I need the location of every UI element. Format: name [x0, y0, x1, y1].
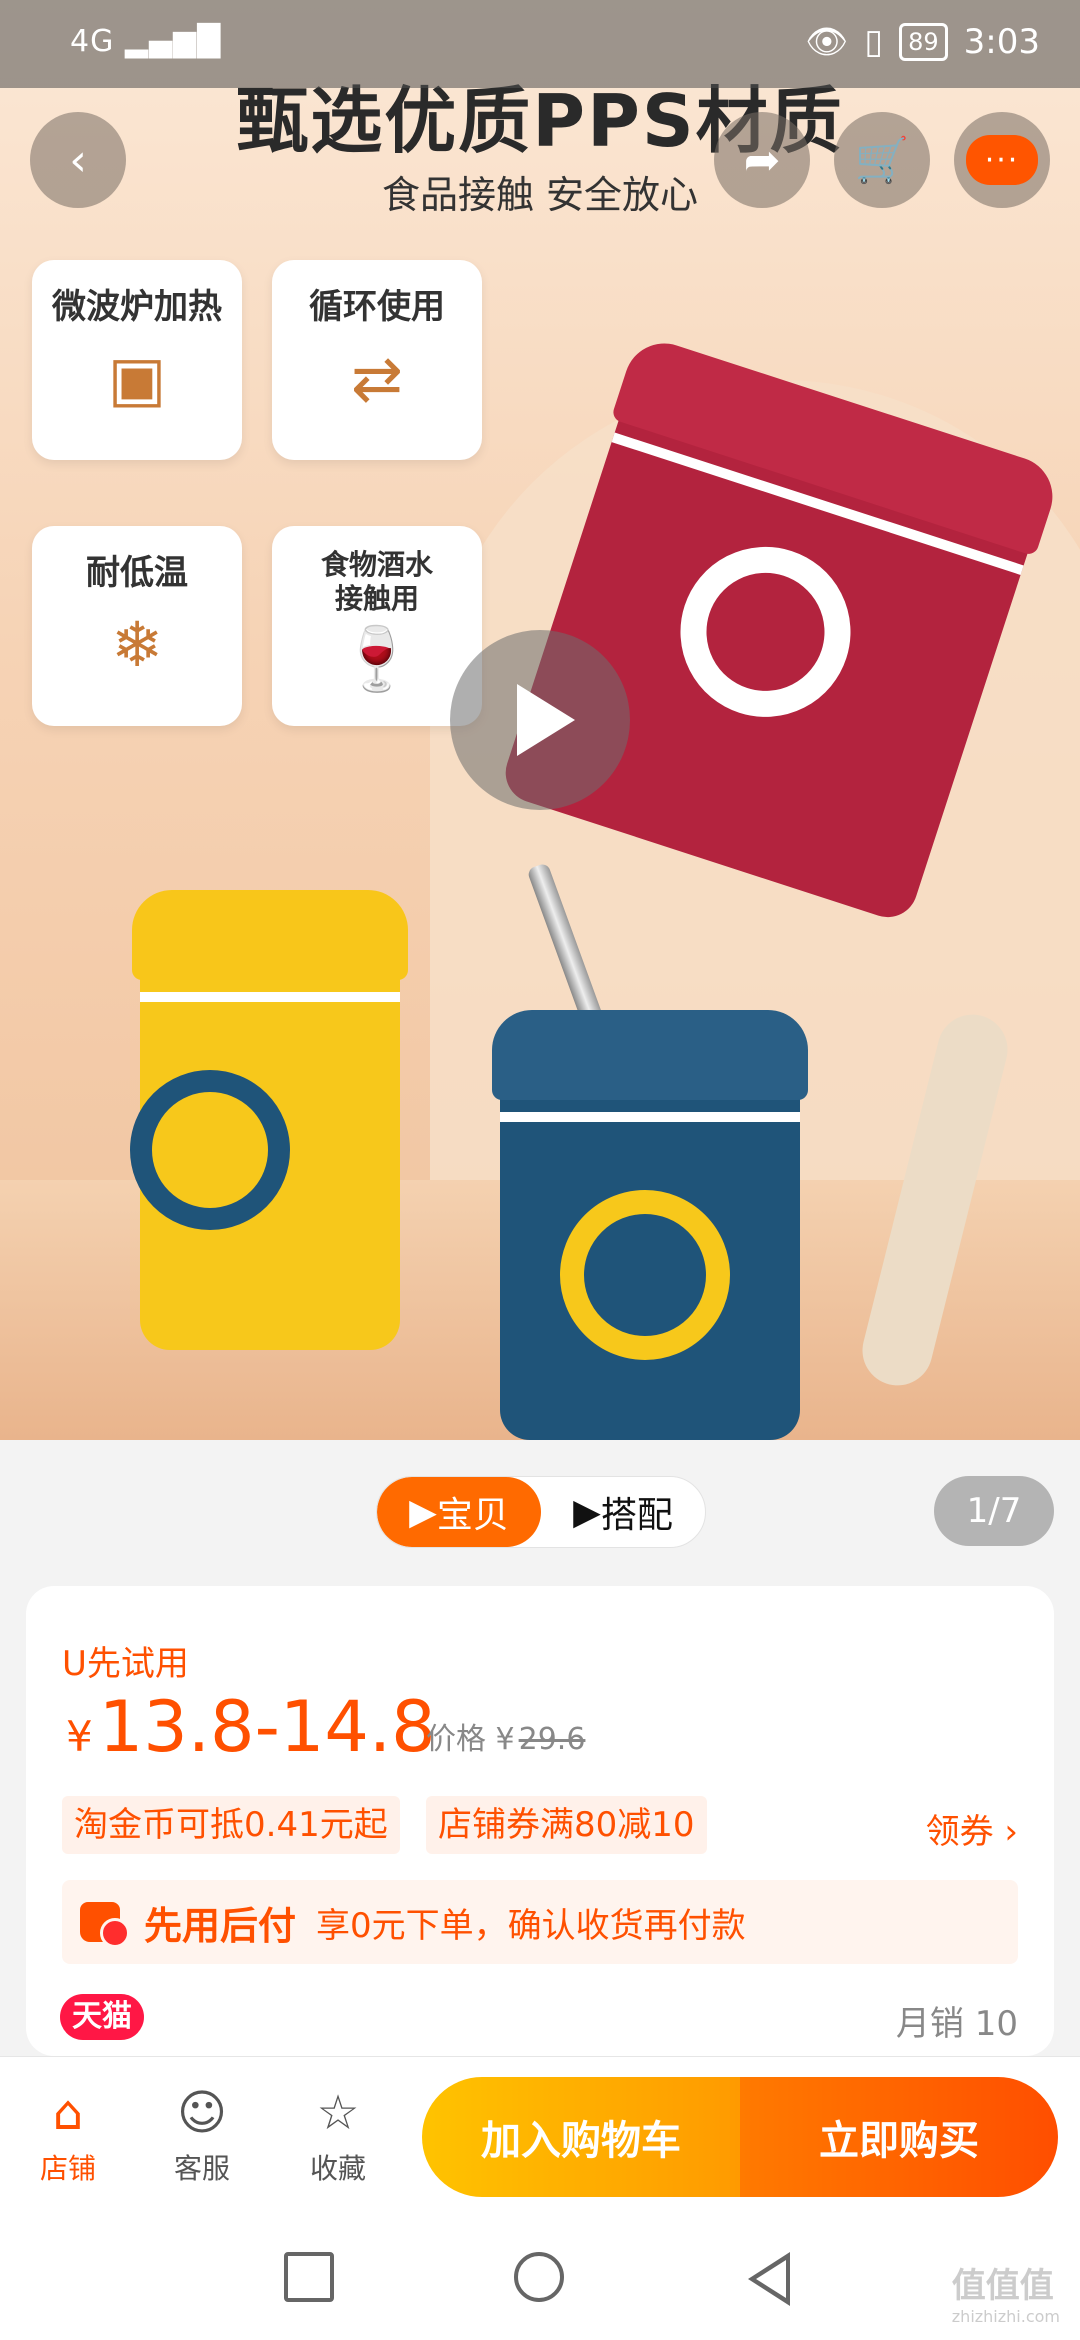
store-button[interactable]: ⌂ 店铺 [18, 2085, 118, 2187]
monthly-sales: 月销 10 [895, 2004, 1018, 2044]
chevron-left-icon: ‹ [69, 134, 87, 186]
yellow-cup-image [130, 890, 408, 1350]
home-button[interactable] [514, 2252, 564, 2302]
store-coupon-chip[interactable]: 店铺券满80减10 [426, 1796, 707, 1854]
currency-symbol: ¥ [66, 1712, 93, 1761]
tmall-badge: 天猫 [60, 1994, 144, 2040]
buy-now-button[interactable]: 立即购买 [740, 2077, 1058, 2197]
play-icon [517, 684, 575, 756]
feature-label: 循环使用 [309, 287, 445, 327]
feature-card-food: 食物酒水 接触用 🍷 [272, 526, 482, 726]
system-navigation-bar [0, 2216, 1080, 2340]
signal-icon: 4G ▂▄▆█ [70, 24, 222, 59]
more-icon: ··· [966, 135, 1038, 185]
pay-later-desc: 享0元下单，确认收货再付款 [316, 1905, 746, 1946]
get-coupon-link[interactable]: 领券 › [926, 1804, 1018, 1853]
snowflake-icon: ❄ [111, 608, 163, 681]
image-counter: 1/7 [934, 1476, 1054, 1546]
star-icon: ☆ [316, 2085, 360, 2141]
media-tabs: ▶ 宝贝 ▶ 搭配 [376, 1476, 706, 1548]
feature-card-lowtemp: 耐低温 ❄ [32, 526, 242, 726]
service-icon: ☺ [176, 2085, 228, 2141]
recycle-icon: ⇄ [351, 342, 403, 415]
feature-label: 食物酒水 接触用 [320, 548, 433, 615]
feature-label: 耐低温 [86, 553, 188, 593]
price: ¥ 13.8-14.8 [66, 1686, 436, 1768]
share-button[interactable]: ➦ [714, 112, 810, 208]
price-value: 13.8-14.8 [98, 1686, 436, 1768]
shopping-bag-icon [80, 1902, 130, 1948]
status-bar: 4G ▂▄▆█ 👁 ▯ 89 3:03 [0, 0, 1080, 88]
play-video-button[interactable] [450, 630, 630, 810]
favorite-button[interactable]: ☆ 收藏 [288, 2085, 388, 2187]
trial-label[interactable]: U先试用 [62, 1636, 189, 1685]
battery-icon: 89 [899, 23, 948, 61]
back-button[interactable]: ‹ [30, 112, 126, 208]
share-icon: ➦ [743, 134, 781, 186]
original-price-value: 29.6 [518, 1722, 586, 1757]
tab-product[interactable]: ▶ 宝贝 [377, 1477, 541, 1547]
store-icon: ⌂ [52, 2085, 84, 2141]
cart-button[interactable]: 🛒 [834, 112, 930, 208]
system-back-button[interactable] [748, 2252, 790, 2306]
coin-discount-chip[interactable]: 淘金币可抵0.41元起 [62, 1796, 400, 1854]
pay-later-banner[interactable]: 先用后付 享0元下单，确认收货再付款 [62, 1880, 1018, 1964]
feature-label: 微波炉加热 [52, 287, 222, 327]
bottom-action-bar: ⌂ 店铺 ☺ 客服 ☆ 收藏 加入购物车 立即购买 [0, 2056, 1080, 2217]
feature-card-microwave: 微波炉加热 ▣ [32, 260, 242, 460]
clock: 3:03 [963, 22, 1040, 62]
tab-match[interactable]: ▶ 搭配 [541, 1477, 705, 1547]
more-button[interactable]: ··· [954, 112, 1050, 208]
watermark: 值值值 zhizhizhi.com [951, 2266, 1060, 2326]
microwave-icon: ▣ [107, 342, 167, 415]
original-price: 价格 ¥29.6 [426, 1722, 586, 1757]
product-image-carousel[interactable]: 甄选优质PPS材质 食品接触 安全放心 微波炉加热 ▣ 循环使用 ⇄ 耐低温 ❄… [0, 0, 1080, 1440]
recent-apps-button[interactable] [284, 2252, 334, 2302]
feature-card-recycle: 循环使用 ⇄ [272, 260, 482, 460]
customer-service-button[interactable]: ☺ 客服 [152, 2085, 252, 2187]
blue-cup-image [492, 1010, 808, 1440]
vibrate-icon: ▯ [864, 22, 884, 62]
price-card: U先试用 ¥ 13.8-14.8 价格 ¥29.6 淘金币可抵0.41元起 店铺… [26, 1586, 1054, 2056]
eye-icon: 👁 [805, 22, 849, 62]
cart-icon: 🛒 [854, 135, 910, 186]
pay-later-title: 先用后付 [144, 1903, 297, 1948]
add-to-cart-button[interactable]: 加入购物车 [422, 2077, 740, 2197]
bottle-glass-icon: 🍷 [338, 622, 416, 695]
